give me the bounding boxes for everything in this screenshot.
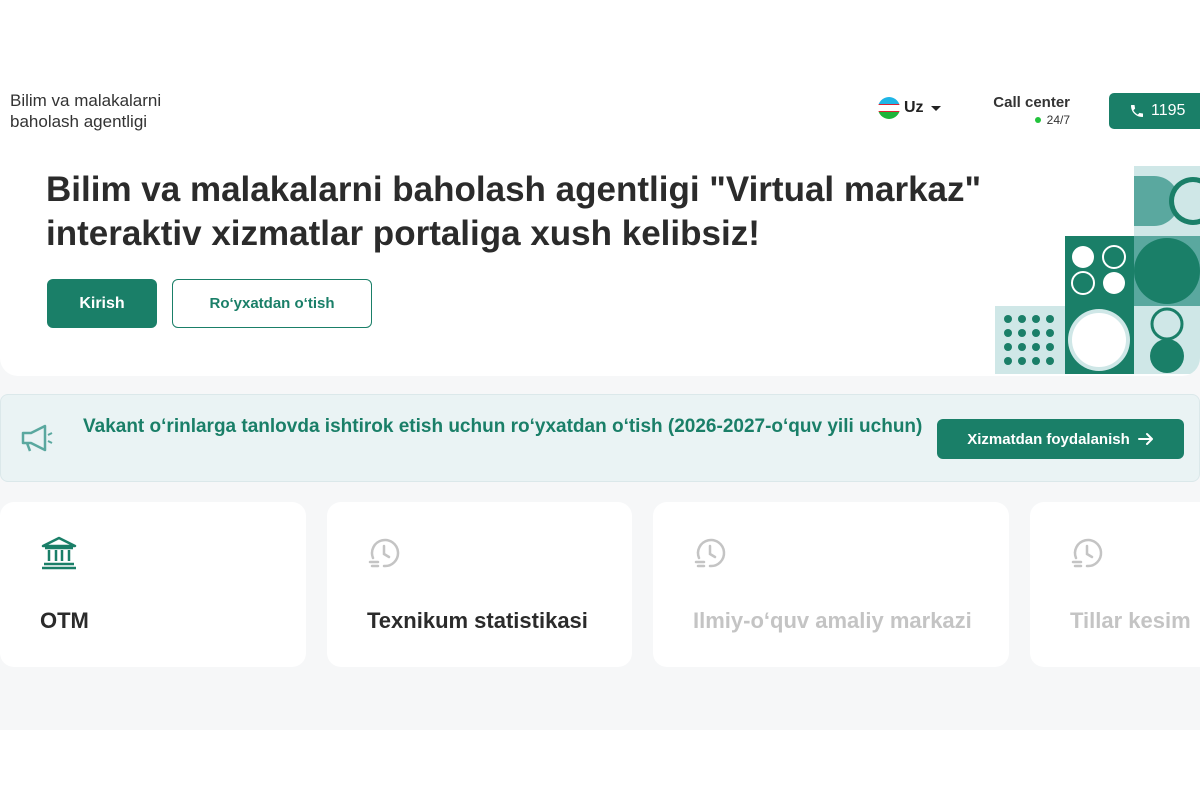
card-label: Ilmiy-o‘quv amaliy markazi <box>693 608 972 633</box>
caret-down-icon <box>930 105 941 111</box>
category-card-otm[interactable]: OTM <box>0 502 306 667</box>
online-status-dot-icon <box>1034 117 1041 123</box>
university-building-icon <box>41 536 77 570</box>
page: Bilim va malakalarni baholash agentligi … <box>0 70 1200 730</box>
use-service-label: Xizmatdan foydalanish <box>967 430 1130 448</box>
hero-title-line-1: Bilim va malakalarni baholash agentligi … <box>46 170 982 209</box>
language-selector[interactable]: Uz <box>878 97 941 119</box>
clock-icon <box>1071 538 1103 568</box>
hero-section: Bilim va malakalarni baholash agentligi … <box>0 152 1200 376</box>
brand-name[interactable]: Bilim va malakalarni baholash agentligi <box>10 90 230 132</box>
announcement-banner: Vakant o‘rinlarga tanlovda ishtirok etis… <box>0 394 1200 482</box>
uzbekistan-flag-icon <box>878 97 900 119</box>
brand-line-2: baholash agentligi <box>10 112 148 131</box>
language-label: Uz <box>904 99 924 116</box>
use-service-button[interactable]: Xizmatdan foydalanish <box>937 419 1184 459</box>
arrow-right-icon <box>1137 433 1153 445</box>
site-header: Bilim va malakalarni baholash agentligi … <box>0 70 1200 152</box>
card-label: Texnikum statistikasi <box>367 608 588 633</box>
login-button[interactable]: Kirish <box>47 279 157 328</box>
hero-title-line-2: interaktiv xizmatlar portaliga xush keli… <box>46 214 760 253</box>
megaphone-icon <box>21 424 53 452</box>
card-label: OTM <box>40 608 89 633</box>
category-card-ilmiy-markaz[interactable]: Ilmiy-o‘quv amaliy markazi <box>653 502 1009 667</box>
brand-line-1: Bilim va malakalarni <box>10 91 162 110</box>
announcement-text: Vakant o‘rinlarga tanlovda ishtirok etis… <box>83 416 923 437</box>
register-button[interactable]: Ro‘yxatdan o‘tish <box>172 279 372 328</box>
clock-icon <box>368 538 400 568</box>
card-label: Tillar kesim <box>1070 608 1191 633</box>
phone-icon <box>1131 105 1143 117</box>
category-card-texnikum[interactable]: Texnikum statistikasi <box>327 502 632 667</box>
call-center-hours: 24/7 <box>1046 113 1070 127</box>
hero-title: Bilim va malakalarni baholash agentligi … <box>46 168 1066 256</box>
clock-icon <box>694 538 726 568</box>
call-phone-button[interactable]: 1195 <box>1109 93 1200 129</box>
call-center-title: Call center <box>993 94 1070 111</box>
phone-number: 1195 <box>1151 102 1186 119</box>
call-center-info: Call center 24/7 <box>984 94 1070 127</box>
decorative-pattern-icon <box>995 166 1200 374</box>
category-card-tillar[interactable]: Tillar kesim <box>1030 502 1200 667</box>
